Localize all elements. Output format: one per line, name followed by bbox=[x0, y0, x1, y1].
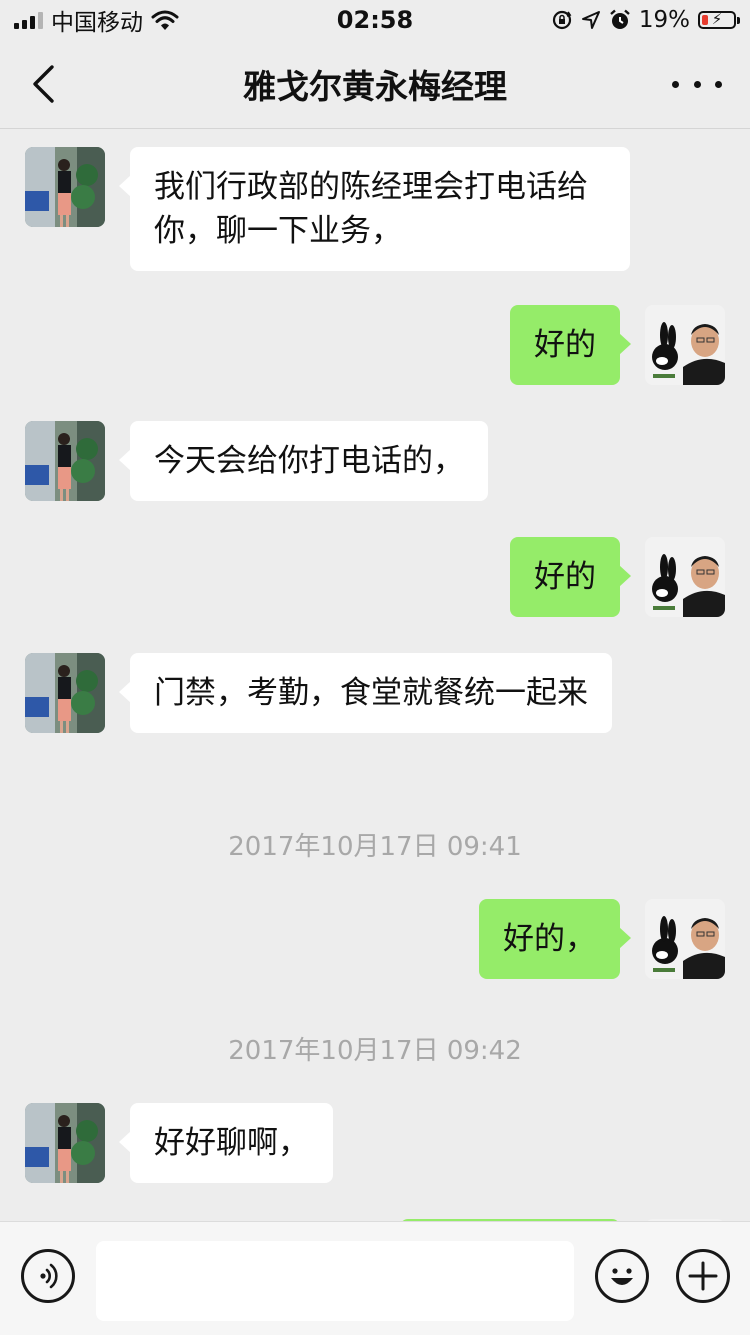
emoji-icon[interactable] bbox=[595, 1249, 649, 1303]
battery-charging-icon: ⚡ bbox=[698, 10, 740, 29]
contact-avatar[interactable] bbox=[25, 1103, 105, 1183]
contact-avatar[interactable] bbox=[25, 421, 105, 501]
contact-avatar[interactable] bbox=[25, 653, 105, 733]
voice-icon[interactable] bbox=[21, 1249, 75, 1303]
status-right: 19% ⚡ bbox=[551, 6, 740, 34]
message-bubble-incoming[interactable]: 我们行政部的陈经理会打电话给你，聊一下业务， bbox=[119, 147, 630, 271]
message-bubble-outgoing[interactable]: 好的 bbox=[510, 537, 631, 617]
timestamp: 2017年10月17日 09:41 bbox=[228, 832, 522, 862]
input-bar bbox=[0, 1221, 750, 1335]
message-bubble-outgoing[interactable]: 好的 bbox=[510, 305, 631, 385]
message-bubble-incoming[interactable]: 门禁，考勤，食堂就餐统一起来 bbox=[119, 653, 612, 733]
message-list[interactable]: 我们行政部的陈经理会打电话给你，聊一下业务， 好的 今天会给你打电话的， 好的 … bbox=[0, 129, 750, 1221]
alarm-icon bbox=[610, 9, 630, 29]
my-avatar[interactable] bbox=[645, 899, 725, 979]
message-bubble-incoming[interactable]: 今天会给你打电话的， bbox=[119, 421, 488, 501]
rotation-lock-icon bbox=[552, 10, 572, 30]
message-bubble-outgoing[interactable]: 好的， bbox=[479, 899, 631, 979]
my-avatar[interactable] bbox=[645, 537, 725, 617]
battery-percent: 19% bbox=[638, 7, 690, 33]
message-bubble-incoming[interactable]: 好好聊啊， bbox=[119, 1103, 333, 1183]
status-bar: 中国移动 02:58 19% ⚡ bbox=[0, 0, 750, 40]
plus-icon[interactable] bbox=[676, 1249, 730, 1303]
ellipsis-icon[interactable] bbox=[672, 64, 722, 104]
my-avatar[interactable] bbox=[645, 305, 725, 385]
chevron-left-icon[interactable] bbox=[22, 58, 66, 110]
message-input[interactable] bbox=[96, 1241, 574, 1321]
timestamp: 2017年10月17日 09:42 bbox=[228, 1036, 522, 1066]
chat-header: 雅戈尔黄永梅经理 bbox=[0, 40, 750, 129]
contact-avatar[interactable] bbox=[25, 147, 105, 227]
page-title: 雅戈尔黄永梅经理 bbox=[243, 67, 507, 106]
location-icon bbox=[581, 11, 600, 29]
